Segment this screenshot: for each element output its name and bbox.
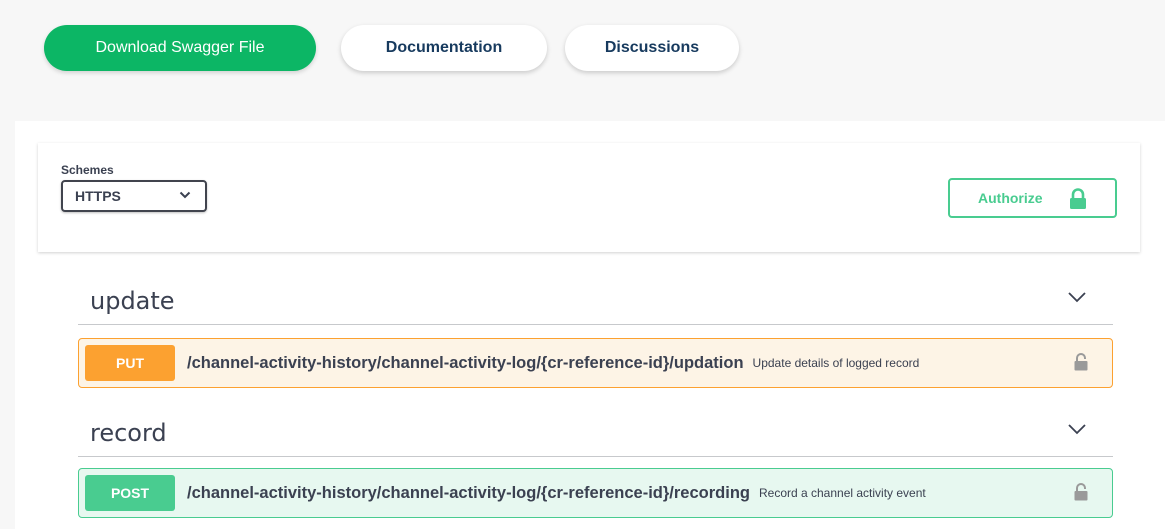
authorize-button[interactable]: Authorize [948,178,1117,218]
tag-header-update[interactable]: update [78,275,1113,325]
chevron-down-icon[interactable] [1067,423,1087,435]
tag-title: record [90,419,167,447]
schemes-select[interactable]: HTTPS [61,180,207,212]
download-swagger-button[interactable]: Download Swagger File [44,25,316,71]
method-badge: POST [85,475,175,511]
schemes-label: Schemes [61,163,114,177]
tag-header-record[interactable]: record [78,407,1113,457]
tab-documentation[interactable]: Documentation [341,25,547,71]
operation-summary: Update details of logged record [752,356,920,370]
operation-path: /channel-activity-history/channel-activi… [187,483,750,502]
unlocked-icon[interactable] [1074,483,1088,501]
chevron-down-icon [179,191,191,199]
swagger-main-panel: Schemes HTTPS Authorize update PUT /chan… [15,121,1165,529]
operation-path: /channel-activity-history/channel-activi… [187,353,744,372]
tag-title: update [90,287,175,315]
operation-summary: Record a channel activity event [758,486,926,500]
authorize-label: Authorize [978,190,1043,206]
schemes-selected-value: HTTPS [75,188,121,204]
unlocked-icon[interactable] [1074,353,1088,371]
chevron-down-icon[interactable] [1067,291,1087,303]
tab-discussions[interactable]: Discussions [565,25,739,71]
method-badge: PUT [85,345,175,381]
top-tabs: Download Swagger File Documentation Disc… [44,25,739,71]
operation-post-recording[interactable]: POST /channel-activity-history/channel-a… [78,468,1113,518]
operation-put-updation[interactable]: PUT /channel-activity-history/channel-ac… [78,338,1113,388]
scheme-container: Schemes HTTPS Authorize [38,143,1140,252]
lock-icon [1070,188,1086,209]
